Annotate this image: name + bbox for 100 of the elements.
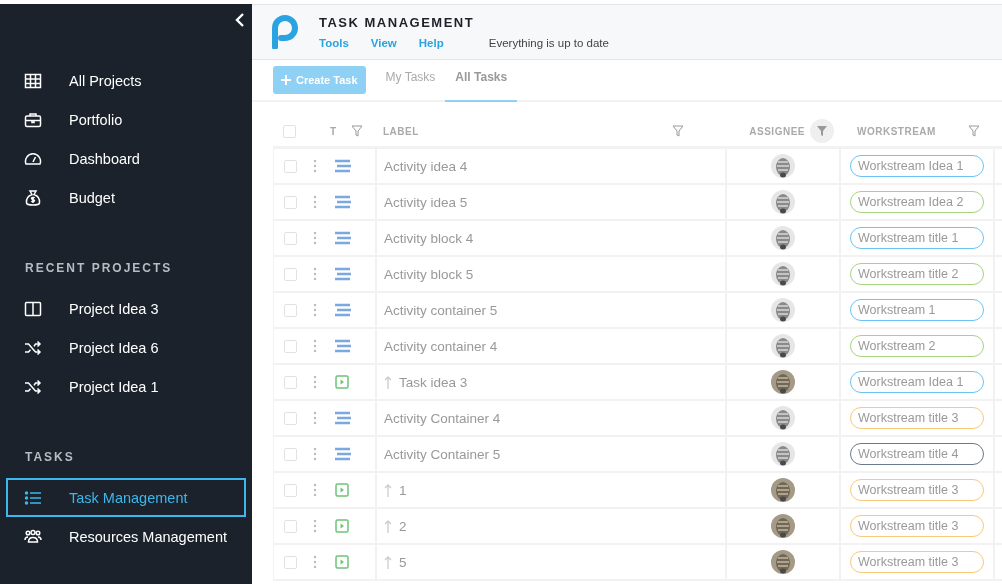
column-header: LABEL [383, 125, 419, 137]
task-label: 1 [399, 482, 407, 498]
subtask-arrow-icon [384, 375, 392, 389]
row-checkbox[interactable] [284, 375, 297, 389]
row-checkbox[interactable] [284, 555, 297, 569]
drag-handle-icon[interactable] [313, 375, 317, 389]
table-row[interactable]: Activity block 4 Workstream title 1 [273, 221, 1002, 257]
row-checkbox[interactable] [284, 447, 297, 461]
collapse-icon[interactable] [235, 12, 245, 28]
play-icon [335, 519, 349, 533]
drag-handle-icon[interactable] [313, 555, 317, 569]
list-icon [24, 488, 42, 507]
task-label: Activity idea 5 [384, 194, 468, 210]
menu-item[interactable]: View [370, 37, 397, 49]
table-row[interactable]: Activity Container 5 Workstream title 4 [273, 437, 1002, 473]
drag-handle-icon[interactable] [313, 231, 317, 245]
row-checkbox[interactable] [284, 339, 297, 353]
drag-handle-icon[interactable] [313, 519, 317, 533]
row-checkbox[interactable] [284, 267, 297, 281]
play-icon [335, 375, 349, 389]
shuffle-icon [24, 377, 42, 396]
subtask-arrow-icon [384, 483, 392, 497]
drag-handle-icon[interactable] [313, 411, 317, 425]
column-header: ASSIGNEE [749, 125, 805, 137]
drag-handle-icon[interactable] [313, 339, 317, 353]
menu-item[interactable]: Help [418, 37, 444, 49]
task-label: Activity container 5 [384, 302, 498, 318]
table-row[interactable]: Task idea 3 Workstream Idea 1 [273, 365, 1002, 401]
table-row[interactable]: Activity idea 4 Workstream Idea 1 [273, 149, 1002, 185]
nav-item[interactable]: Portfolio [6, 100, 246, 139]
task-label: Activity idea 4 [384, 158, 468, 174]
task-label: Activity Container 4 [384, 410, 501, 426]
activity-icon [335, 231, 351, 245]
table-row[interactable]: Activity idea 5 Workstream Idea 2 [273, 185, 1002, 221]
drag-handle-icon[interactable] [313, 195, 317, 209]
activity-icon [335, 267, 351, 281]
nav-item[interactable]: Resources Management [6, 517, 246, 556]
filter-icon[interactable] [968, 125, 980, 137]
play-icon [335, 483, 349, 497]
activity-icon [335, 159, 351, 173]
shuffle-icon [24, 338, 42, 357]
subtask-arrow-icon [384, 519, 392, 533]
create-task-button[interactable]: Create Task [273, 66, 366, 94]
tab[interactable]: My Tasks [375, 60, 446, 102]
grid-icon [24, 71, 42, 90]
task-label: Task idea 3 [399, 374, 468, 390]
table-row[interactable]: Activity container 4 Workstream 2 [273, 329, 1002, 365]
plus-icon [281, 75, 291, 85]
filter-icon[interactable] [810, 119, 834, 143]
table-row[interactable]: 5 Workstream title 3 [273, 545, 1002, 581]
task-label: Activity block 5 [384, 266, 474, 282]
page-title: TASK MANAGEMENT [319, 15, 476, 30]
columns-icon [24, 299, 42, 318]
drag-handle-icon[interactable] [313, 267, 317, 281]
column-header: WORKSTREAM [857, 125, 936, 137]
nav-item[interactable]: Project Idea 3 [6, 289, 246, 328]
briefcase-icon [24, 110, 42, 129]
nav-item[interactable]: Project Idea 1 [6, 367, 246, 406]
nav-item[interactable]: Budget [6, 178, 246, 217]
select-all-checkbox[interactable] [283, 124, 296, 138]
column-header: T [330, 125, 337, 137]
tab[interactable]: All Tasks [445, 60, 518, 102]
row-checkbox[interactable] [284, 483, 297, 497]
row-checkbox[interactable] [284, 195, 297, 209]
filter-icon[interactable] [350, 125, 363, 137]
people-icon [24, 527, 42, 546]
menu-item[interactable]: Tools [319, 37, 349, 49]
section-title: RECENT PROJECTS [24, 260, 174, 277]
table-row[interactable]: Activity Container 4 Workstream title 3 [273, 401, 1002, 437]
section-title: TASKS [24, 449, 76, 466]
nav-item[interactable]: Task Management [6, 478, 246, 517]
task-label: 5 [399, 554, 407, 570]
status-text: Everything is up to date [488, 37, 609, 49]
nav-item[interactable]: Project Idea 6 [6, 328, 246, 367]
table-row[interactable]: 1 Workstream title 3 [273, 473, 1002, 509]
activity-icon [335, 303, 351, 317]
task-label: Activity Container 5 [384, 446, 501, 462]
activity-icon [335, 447, 351, 461]
table-row[interactable]: 2 Workstream title 3 [273, 509, 1002, 545]
activity-icon [335, 195, 351, 209]
subtask-arrow-icon [384, 555, 392, 569]
row-checkbox[interactable] [284, 231, 297, 245]
row-checkbox[interactable] [284, 411, 297, 425]
row-checkbox[interactable] [284, 519, 297, 533]
filter-icon[interactable] [672, 125, 684, 137]
drag-handle-icon[interactable] [313, 303, 317, 317]
table-row[interactable]: Activity container 5 Workstream 1 [273, 293, 1002, 329]
activity-icon [335, 339, 351, 353]
table-row[interactable]: Activity block 5 Workstream title 2 [273, 257, 1002, 293]
task-label: Activity block 4 [384, 230, 474, 246]
drag-handle-icon[interactable] [313, 447, 317, 461]
moneybag-icon [24, 188, 42, 207]
nav-item[interactable]: Dashboard [6, 139, 246, 178]
row-checkbox[interactable] [284, 159, 297, 173]
drag-handle-icon[interactable] [313, 483, 317, 497]
row-checkbox[interactable] [284, 303, 297, 317]
nav-item[interactable]: All Projects [6, 61, 246, 100]
play-icon [335, 555, 349, 569]
drag-handle-icon[interactable] [313, 159, 317, 173]
logo-icon [272, 15, 298, 49]
